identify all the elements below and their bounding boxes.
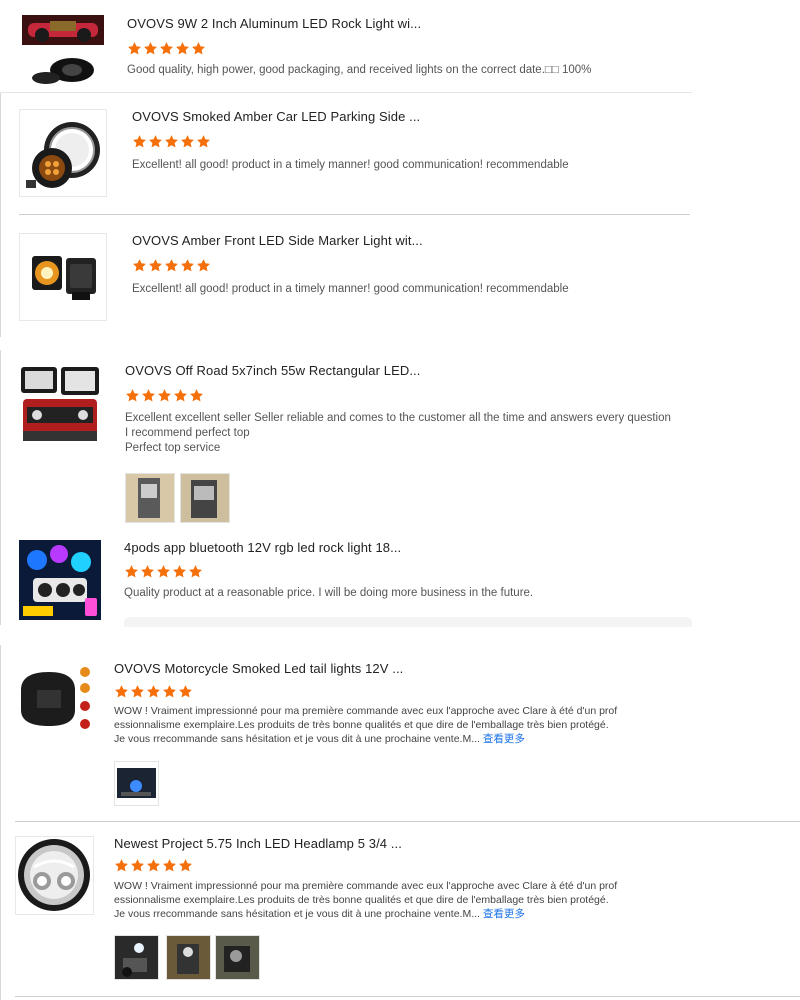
star-rating bbox=[124, 564, 203, 579]
star-icon bbox=[132, 258, 147, 273]
star-rating bbox=[132, 134, 211, 149]
star-icon bbox=[140, 564, 155, 579]
star-icon bbox=[178, 858, 193, 873]
divider bbox=[0, 92, 1, 337]
review-text-line: I recommend perfect top bbox=[125, 427, 250, 439]
product-title[interactable]: OVOVS Amber Front LED Side Marker Light … bbox=[132, 233, 423, 248]
star-rating bbox=[114, 684, 193, 699]
divider bbox=[0, 350, 1, 625]
review-photo[interactable] bbox=[114, 761, 159, 806]
star-icon bbox=[178, 684, 193, 699]
star-rating bbox=[132, 258, 211, 273]
review-text-line-content: Je vous rrecommande sans hésitation et j… bbox=[114, 733, 480, 745]
star-icon bbox=[148, 258, 163, 273]
product-title[interactable]: OVOVS Off Road 5x7inch 55w Rectangular L… bbox=[125, 363, 420, 378]
star-icon bbox=[130, 684, 145, 699]
star-icon bbox=[189, 388, 204, 403]
product-thumbnail[interactable] bbox=[22, 15, 104, 90]
star-icon bbox=[180, 134, 195, 149]
review-photo[interactable] bbox=[125, 473, 175, 523]
star-icon bbox=[132, 134, 147, 149]
product-thumbnail[interactable] bbox=[19, 233, 107, 321]
star-icon bbox=[114, 858, 129, 873]
star-icon bbox=[130, 858, 145, 873]
star-icon bbox=[164, 134, 179, 149]
divider bbox=[15, 996, 800, 997]
product-title[interactable]: 4pods app bluetooth 12V rgb led rock lig… bbox=[124, 540, 401, 555]
divider bbox=[15, 821, 800, 822]
star-icon bbox=[191, 41, 206, 56]
star-icon bbox=[127, 41, 142, 56]
product-thumbnail[interactable] bbox=[15, 836, 94, 915]
star-icon bbox=[164, 258, 179, 273]
star-icon bbox=[180, 258, 195, 273]
star-rating bbox=[114, 858, 193, 873]
review-text: WOW ! Vraiment impressionné pour ma prem… bbox=[114, 704, 617, 746]
review-text: Excellent excellent seller Seller reliab… bbox=[125, 411, 671, 456]
review-text-line: Excellent excellent seller Seller reliab… bbox=[125, 412, 671, 424]
review-text-line: WOW ! Vraiment impressionné pour ma prem… bbox=[114, 880, 618, 892]
star-icon bbox=[196, 258, 211, 273]
star-icon bbox=[146, 684, 161, 699]
star-icon bbox=[146, 858, 161, 873]
star-icon bbox=[114, 684, 129, 699]
product-title[interactable]: OVOVS Smoked Amber Car LED Parking Side … bbox=[132, 109, 420, 124]
star-rating bbox=[125, 388, 204, 403]
review-text-line: Perfect top service bbox=[125, 442, 221, 454]
star-icon bbox=[196, 134, 211, 149]
star-icon bbox=[175, 41, 190, 56]
review-text: Quality product at a reasonable price. I… bbox=[124, 587, 534, 599]
review-text-line-content: Je vous rrecommande sans hésitation et j… bbox=[114, 908, 480, 920]
divider bbox=[124, 617, 692, 627]
product-title[interactable]: Newest Project 5.75 Inch LED Headlamp 5 … bbox=[114, 836, 402, 851]
review-text-line: WOW ! Vraiment impressionné pour ma prem… bbox=[114, 705, 618, 717]
review-photo[interactable] bbox=[180, 473, 230, 523]
product-thumbnail[interactable] bbox=[19, 109, 107, 197]
star-icon bbox=[173, 388, 188, 403]
review-text: Good quality, high power, good packaging… bbox=[127, 64, 592, 76]
star-icon bbox=[156, 564, 171, 579]
divider bbox=[0, 92, 692, 93]
star-icon bbox=[159, 41, 174, 56]
star-icon bbox=[125, 388, 140, 403]
product-thumbnail[interactable] bbox=[19, 540, 101, 620]
star-icon bbox=[148, 134, 163, 149]
product-title[interactable]: OVOVS 9W 2 Inch Aluminum LED Rock Light … bbox=[127, 16, 421, 31]
review-text-line: essionnalisme exemplaire.Les produits de… bbox=[114, 894, 609, 906]
star-rating bbox=[127, 41, 206, 56]
review-text: Excellent! all good! product in a timely… bbox=[132, 159, 569, 171]
product-thumbnail[interactable] bbox=[15, 660, 92, 737]
review-text-line: Je vous rrecommande sans hésitation et j… bbox=[114, 732, 617, 746]
review-text: Excellent! all good! product in a timely… bbox=[132, 283, 569, 295]
divider bbox=[19, 214, 690, 215]
product-title[interactable]: OVOVS Motorcycle Smoked Led tail lights … bbox=[114, 661, 403, 676]
star-icon bbox=[162, 858, 177, 873]
star-icon bbox=[157, 388, 172, 403]
review-photo[interactable] bbox=[166, 935, 211, 980]
review-text: WOW ! Vraiment impressionné pour ma prem… bbox=[114, 879, 617, 921]
review-text-line: essionnalisme exemplaire.Les produits de… bbox=[114, 719, 609, 731]
see-more-link[interactable]: 查看更多 bbox=[483, 733, 525, 745]
review-photo[interactable] bbox=[215, 935, 260, 980]
star-icon bbox=[172, 564, 187, 579]
star-icon bbox=[162, 684, 177, 699]
star-icon bbox=[188, 564, 203, 579]
divider bbox=[0, 645, 1, 1000]
review-text-line: Je vous rrecommande sans hésitation et j… bbox=[114, 907, 617, 921]
see-more-link[interactable]: 查看更多 bbox=[483, 908, 525, 920]
review-photo[interactable] bbox=[114, 935, 159, 980]
star-icon bbox=[143, 41, 158, 56]
product-thumbnail[interactable] bbox=[19, 363, 101, 445]
star-icon bbox=[124, 564, 139, 579]
star-icon bbox=[141, 388, 156, 403]
